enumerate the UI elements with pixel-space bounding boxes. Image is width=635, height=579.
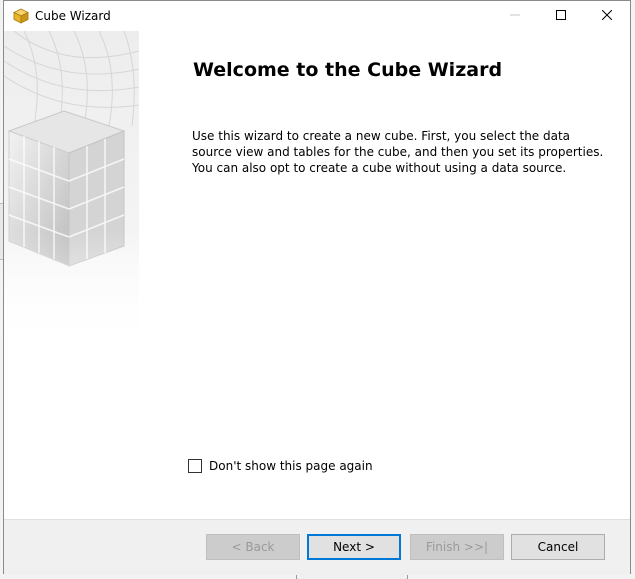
minimize-button[interactable] xyxy=(492,1,538,31)
wizard-footer: < Back Next > Finish >>| Cancel xyxy=(4,519,630,575)
dont-show-checkbox-row[interactable]: Don't show this page again xyxy=(188,459,373,473)
next-button[interactable]: Next > xyxy=(307,534,401,560)
page-description: Use this wizard to create a new cube. Fi… xyxy=(192,129,604,175)
close-icon xyxy=(601,7,613,25)
wizard-dialog: Cube Wizard Welcome to the Cube Wizard U… xyxy=(3,0,631,575)
back-button[interactable]: < Back xyxy=(206,534,300,560)
dont-show-label[interactable]: Don't show this page again xyxy=(209,459,373,473)
page-heading: Welcome to the Cube Wizard xyxy=(193,59,503,81)
title-bar[interactable]: Cube Wizard xyxy=(4,1,630,31)
close-button[interactable] xyxy=(584,1,630,31)
cube-icon xyxy=(13,8,29,24)
minimize-icon xyxy=(510,7,520,25)
finish-button[interactable]: Finish >>| xyxy=(410,534,504,560)
cancel-button[interactable]: Cancel xyxy=(511,534,605,560)
maximize-button[interactable] xyxy=(538,1,584,31)
maximize-icon xyxy=(556,7,566,25)
window-title: Cube Wizard xyxy=(35,9,111,23)
wizard-banner-image xyxy=(4,31,139,519)
dont-show-checkbox[interactable] xyxy=(188,459,202,473)
